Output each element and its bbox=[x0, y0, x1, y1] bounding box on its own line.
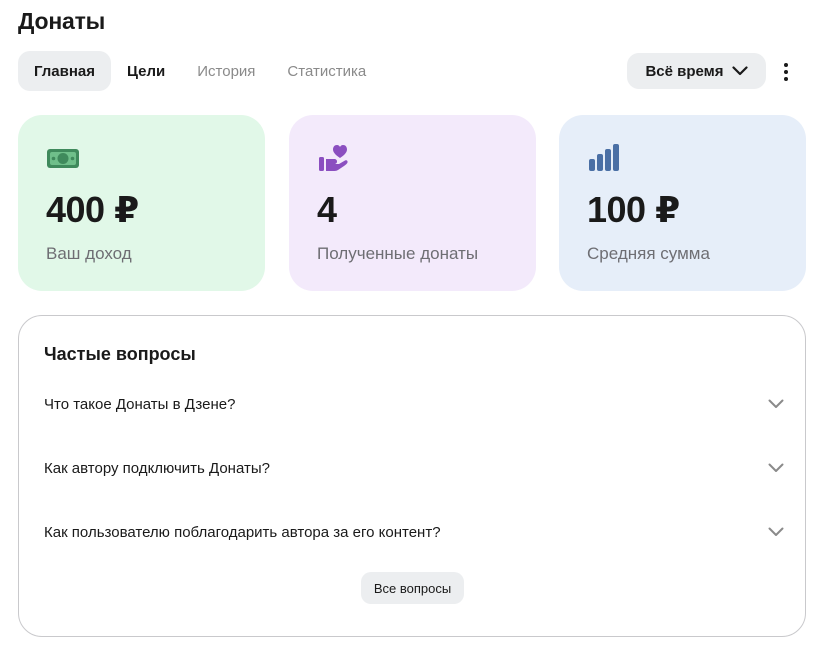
faq-item[interactable]: Что такое Донаты в Дзене? bbox=[44, 389, 784, 419]
income-value: 400 ₽ bbox=[46, 189, 139, 230]
average-value: 100 ₽ bbox=[587, 189, 680, 230]
page-title: Донаты bbox=[18, 8, 106, 34]
more-vertical-icon bbox=[784, 63, 788, 67]
income-label: Ваш доход bbox=[46, 244, 132, 263]
faq-question: Как пользователю поблагодарить автора за… bbox=[44, 523, 441, 541]
period-dropdown[interactable]: Всё время bbox=[627, 53, 766, 89]
tab-main[interactable]: Главная bbox=[18, 51, 112, 91]
more-options-button[interactable] bbox=[774, 59, 798, 85]
tab-bar: Главная Цели История Статистика bbox=[18, 51, 382, 91]
tab-history[interactable]: История bbox=[181, 51, 271, 91]
faq-question: Что такое Донаты в Дзене? bbox=[44, 395, 236, 413]
money-icon bbox=[47, 149, 79, 168]
chevron-down-icon bbox=[731, 66, 748, 76]
average-label: Средняя сумма bbox=[587, 244, 710, 263]
faq-question: Как автору подключить Донаты? bbox=[44, 459, 270, 477]
faq-section: Частые вопросы Что такое Донаты в Дзене?… bbox=[18, 315, 806, 637]
stat-card-donations-count: 4 Полученные донаты bbox=[289, 115, 536, 291]
stat-card-average: 100 ₽ Средняя сумма bbox=[559, 115, 806, 291]
donations-count-label: Полученные донаты bbox=[317, 244, 479, 263]
chevron-down-icon bbox=[768, 527, 784, 536]
chevron-down-icon bbox=[768, 399, 784, 408]
period-label: Всё время bbox=[645, 62, 724, 80]
bar-chart-icon bbox=[589, 144, 619, 171]
donations-count-value: 4 bbox=[317, 189, 337, 230]
tab-goals[interactable]: Цели bbox=[111, 51, 181, 91]
chevron-down-icon bbox=[768, 463, 784, 472]
faq-item[interactable]: Как автору подключить Донаты? bbox=[44, 453, 784, 483]
tab-statistics[interactable]: Статистика bbox=[271, 51, 382, 91]
heart-hand-icon bbox=[319, 145, 348, 171]
stat-card-income: 400 ₽ Ваш доход bbox=[18, 115, 265, 291]
all-questions-button[interactable]: Все вопросы bbox=[361, 572, 464, 604]
faq-title: Частые вопросы bbox=[44, 344, 196, 364]
faq-item[interactable]: Как пользователю поблагодарить автора за… bbox=[44, 517, 784, 547]
